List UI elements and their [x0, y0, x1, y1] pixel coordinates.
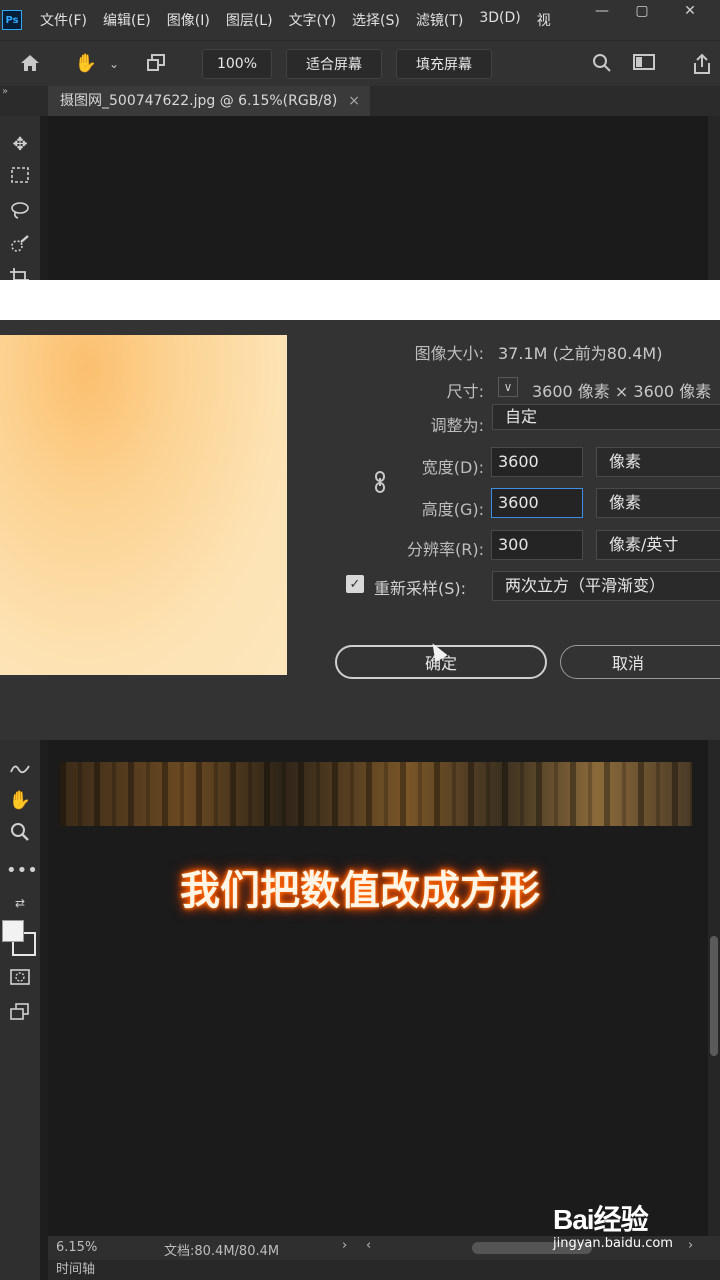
scroll-right-icon[interactable]: › [688, 1238, 693, 1253]
zoom-level[interactable]: 6.15% [56, 1240, 97, 1255]
menu-file[interactable]: 文件(F) [40, 10, 87, 30]
menu-view[interactable]: 视 [537, 10, 551, 30]
expand-panel-icon[interactable]: » [2, 86, 8, 97]
resolution-input[interactable]: 300 [491, 530, 583, 560]
dimensions-label: 尺寸: [446, 382, 484, 401]
fit-screen-button[interactable]: 适合屏幕 [286, 49, 382, 79]
resolution-label: 分辨率(R): [407, 540, 484, 559]
hand-tool-icon[interactable]: ✋ [6, 788, 34, 814]
scroll-left-icon[interactable]: ‹ [366, 1238, 371, 1253]
menu-image[interactable]: 图像(I) [167, 10, 210, 30]
watermark-url: jingyan.baidu.com [553, 1236, 673, 1251]
resample-label: 重新采样(S): [374, 579, 467, 598]
move-tool-icon[interactable]: ✥ [6, 132, 34, 158]
share-icon[interactable] [690, 53, 714, 75]
resolution-unit-select[interactable]: 像素/英寸 [596, 530, 720, 560]
hand-tool-icon[interactable]: ✋ [74, 53, 98, 75]
menu-filter[interactable]: 滤镜(T) [416, 10, 463, 30]
maximize-icon[interactable]: ▢ [632, 4, 652, 18]
width-label: 宽度(D): [421, 458, 484, 477]
quick-mask-icon[interactable] [6, 968, 34, 994]
photoshop-logo: Ps [2, 10, 22, 30]
home-icon[interactable] [18, 53, 42, 75]
workspace-icon[interactable] [632, 53, 656, 75]
dimensions-dropdown-icon[interactable]: ∨ [498, 377, 518, 397]
height-input[interactable]: 3600 [491, 488, 583, 518]
image-preview[interactable] [0, 335, 287, 675]
document-tab[interactable]: 摄图网_500747622.jpg @ 6.15%(RGB/8) × [48, 86, 370, 116]
scroll-all-windows-icon[interactable] [144, 53, 168, 75]
width-unit-select[interactable]: 像素 [596, 447, 720, 477]
lasso-tool-icon[interactable] [6, 200, 34, 226]
watermark-main: Bai经验 [553, 1204, 649, 1235]
city-image [60, 762, 692, 826]
screen-mode-icon[interactable] [6, 1002, 34, 1028]
search-icon[interactable] [590, 53, 614, 75]
scrollbar-thumb[interactable] [710, 936, 718, 1056]
close-tab-icon[interactable]: × [348, 86, 360, 116]
image-size-dialog: 图像大小: 37.1M (之前为80.4M) 尺寸: ∨ 3600 像素 × 3… [0, 280, 720, 740]
document-tab-title: 摄图网_500747622.jpg @ 6.15%(RGB/8) [60, 93, 338, 109]
width-input[interactable]: 3600 [491, 447, 583, 477]
marquee-tool-icon[interactable] [6, 166, 34, 192]
chevron-down-icon[interactable]: ⌄ [102, 53, 126, 75]
zoom-tool-icon[interactable] [6, 822, 34, 848]
image-size-value: 37.1M (之前为80.4M) [498, 344, 663, 363]
fit-to-select[interactable]: 自定 [492, 404, 720, 430]
quick-selection-tool-icon[interactable] [6, 234, 34, 260]
menu-layer[interactable]: 图层(L) [226, 10, 273, 30]
timeline-panel[interactable]: 时间轴 [48, 1260, 720, 1280]
options-bar: ✋ ⌄ 100% 适合屏幕 填充屏幕 [0, 40, 720, 86]
minimize-icon[interactable]: — [592, 4, 612, 18]
zoom-100-button[interactable]: 100% [202, 49, 272, 79]
menu-type[interactable]: 文字(Y) [289, 10, 336, 30]
close-window-icon[interactable]: ✕ [680, 4, 700, 18]
dialog-titlebar[interactable] [0, 280, 720, 320]
dimensions-value: 3600 像素 × 3600 像素 [532, 382, 712, 401]
checkmark-icon: ✓ [349, 576, 361, 592]
fit-to-label: 调整为: [430, 416, 484, 435]
resample-checkbox[interactable]: ✓ [346, 575, 364, 593]
menu-3d[interactable]: 3D(D) [479, 10, 520, 30]
menu-select[interactable]: 选择(S) [352, 10, 400, 30]
baidu-watermark: Bai经验 jingyan.baidu.com [553, 1198, 673, 1251]
menu-bar: Ps 文件(F) 编辑(E) 图像(I) 图层(L) 文字(Y) 选择(S) 滤… [0, 0, 720, 40]
foreground-color-swatch[interactable] [2, 920, 24, 942]
status-arrow-icon[interactable]: › [342, 1238, 347, 1253]
fill-screen-button[interactable]: 填充屏幕 [396, 49, 492, 79]
document-size-info: 文档:80.4M/80.4M [164, 1244, 280, 1259]
height-unit-select[interactable]: 像素 [596, 488, 720, 518]
tutorial-caption: 我们把数值改成方形 [180, 868, 540, 914]
cancel-button[interactable]: 取消 [560, 645, 720, 679]
resample-method-select[interactable]: 两次立方（平滑渐变） [492, 571, 720, 601]
menu-edit[interactable]: 编辑(E) [103, 10, 151, 30]
image-size-label: 图像大小: [414, 344, 484, 363]
height-label: 高度(G): [421, 500, 484, 519]
document-tab-row: » 摄图网_500747622.jpg @ 6.15%(RGB/8) × [0, 86, 720, 116]
menu-items: 文件(F) 编辑(E) 图像(I) 图层(L) 文字(Y) 选择(S) 滤镜(T… [40, 10, 567, 30]
pen-tool-icon[interactable] [6, 758, 34, 784]
